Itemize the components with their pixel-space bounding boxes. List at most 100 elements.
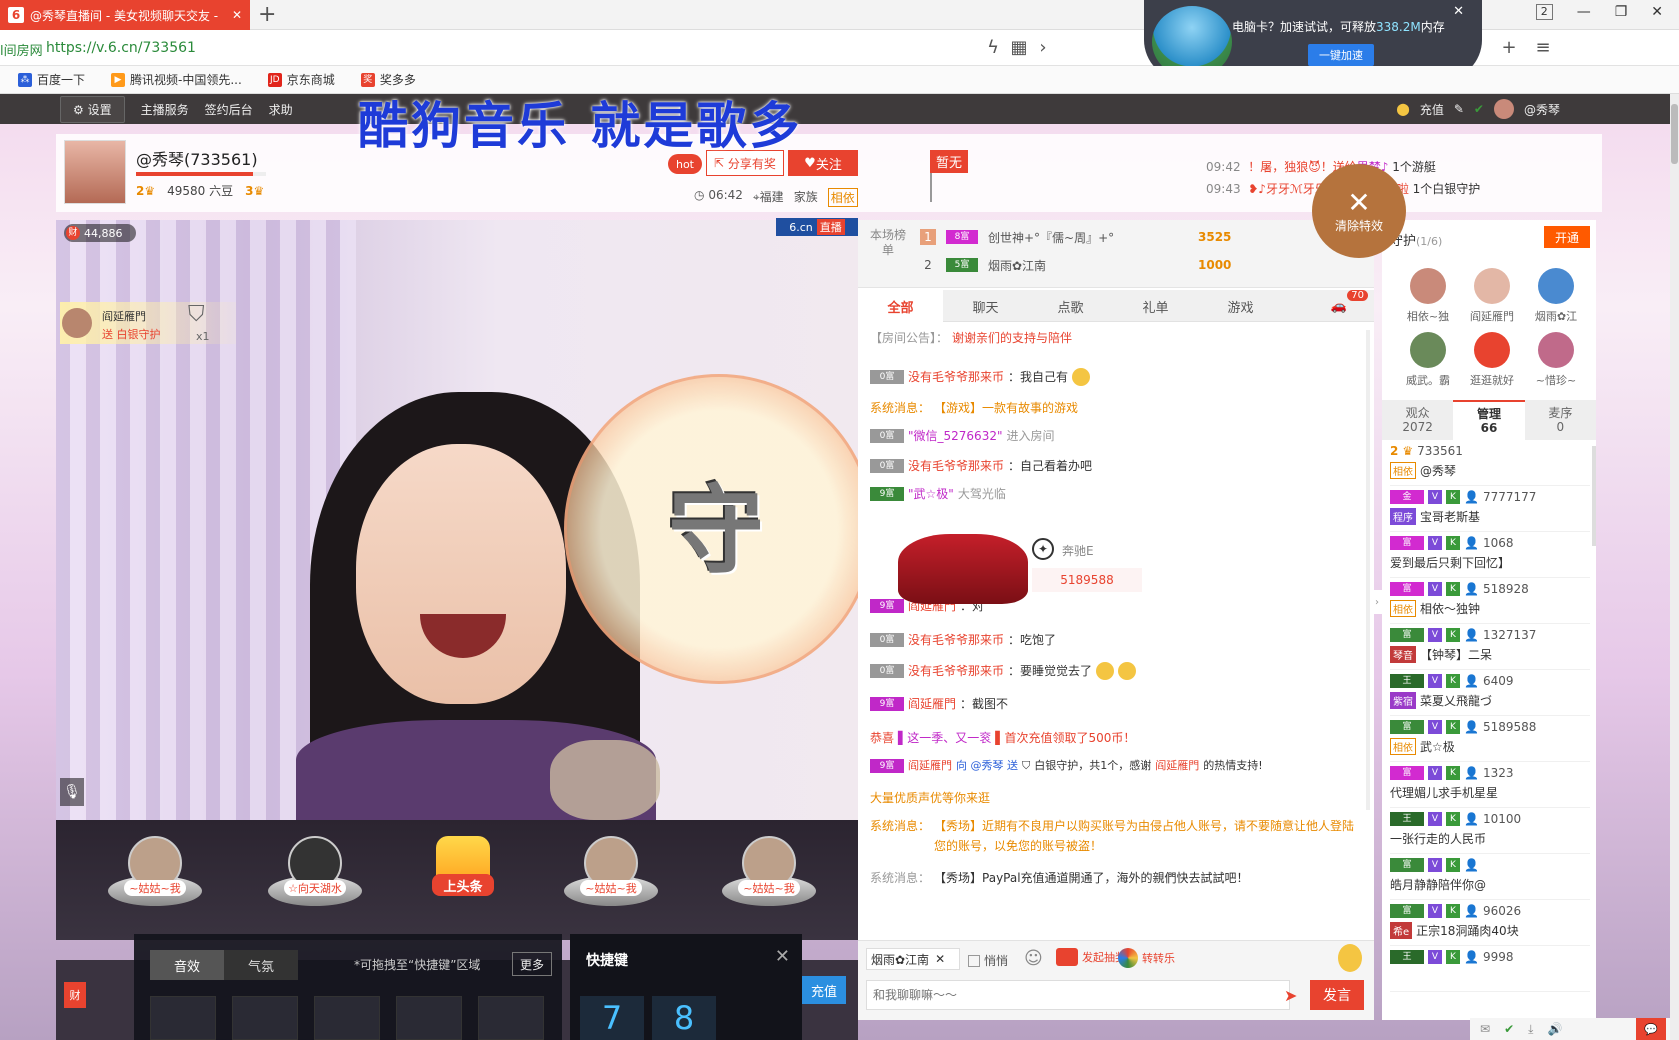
guard-member[interactable]: 相依~独 <box>1398 268 1458 328</box>
rank-row[interactable]: 1 8富 创世神+°『儒~周』+° 3525 <box>920 224 1231 250</box>
podium-5[interactable]: ~姑姑~我 <box>722 836 816 906</box>
avatar <box>1474 332 1510 368</box>
list-item[interactable]: 富 V K 👤 1327137 琴音 【钟琴】二呆 <box>1390 624 1590 670</box>
recharge-link[interactable]: 充值 <box>1420 101 1444 118</box>
podium-2[interactable]: ☆向天湖水 <box>268 836 362 906</box>
recharge-button[interactable]: 充值 <box>802 976 846 1004</box>
bookmark-tencent-video[interactable]: ▶ 腾讯视频-中国领先... <box>111 71 242 88</box>
streamer-avatar[interactable] <box>64 140 126 204</box>
bookmark-jd[interactable]: JD 京东商城 <box>267 71 335 88</box>
tab-sound-effects[interactable]: 音效 <box>150 950 224 980</box>
minimize-icon[interactable]: — <box>1577 4 1591 20</box>
bookmark-baidu[interactable]: ⁂ 百度一下 <box>18 71 85 88</box>
wealth-dock-icon[interactable]: 财 <box>64 982 86 1008</box>
settings-button[interactable]: ⚙ 设置 <box>60 95 125 123</box>
guard-member[interactable]: 逛逛就好 <box>1462 332 1522 392</box>
rank-row[interactable]: 2 5富 烟雨✿江南 1000 <box>920 252 1231 278</box>
sound-slot[interactable] <box>232 996 298 1040</box>
emoji-button-icon[interactable]: ☺ <box>1024 948 1043 969</box>
list-item[interactable]: 富 V K 👤 518928 相依 相依～独钟 <box>1390 578 1590 624</box>
sound-slot[interactable] <box>314 996 380 1040</box>
close-window-icon[interactable]: ✕ <box>1651 4 1663 20</box>
list-item[interactable]: 王 V K 👤 6409 紫宿 菜夏乂飛龍づ <box>1390 670 1590 716</box>
clear-effects-button[interactable]: ✕ 清除特效 <box>1312 164 1406 258</box>
lottery-button[interactable]: 发起抽奖 <box>1056 948 1126 966</box>
microphone-icon[interactable]: 🎙 <box>60 778 84 806</box>
tab-mic-queue[interactable]: 麦序 0 <box>1525 400 1596 440</box>
podium-1[interactable]: ~姑姑~我 <box>108 836 202 906</box>
guard-member[interactable]: 阎延雁門 <box>1462 268 1522 328</box>
tab-chat[interactable]: 聊天 <box>943 290 1028 322</box>
tab-song[interactable]: 点歌 <box>1028 290 1113 322</box>
grid-icon[interactable]: ▦ <box>1006 34 1032 60</box>
tab-gift-list[interactable]: 礼单 <box>1113 290 1198 322</box>
close-icon[interactable]: ✕ <box>775 946 790 967</box>
plus-icon[interactable]: + <box>1496 34 1522 60</box>
tab-admin[interactable]: 管理 66 <box>1453 400 1525 440</box>
sound-slot[interactable] <box>396 996 462 1040</box>
list-item[interactable]: 王 V K 👤 10100 一张行走的人民币 <box>1390 808 1590 854</box>
guard-member[interactable]: 烟雨✿江 <box>1526 268 1586 328</box>
header-username[interactable]: @秀琴 <box>1524 101 1560 118</box>
user-list-scrollbar[interactable] <box>1592 446 1596 546</box>
lightning-icon[interactable]: ϟ <box>980 34 1006 60</box>
mail-icon[interactable]: ✉ <box>1480 1022 1490 1036</box>
wheel-button[interactable]: 转转乐 <box>1118 948 1175 968</box>
menu-icon[interactable]: ≡ <box>1530 34 1556 60</box>
list-item[interactable]: 金 V K 👤 7777177 程序 宝哥老斯基 <box>1390 486 1590 532</box>
send-button[interactable]: 发言 <box>1310 980 1364 1010</box>
hotkey-slot[interactable]: 7 <box>580 996 644 1040</box>
user-avatar[interactable] <box>1493 99 1514 119</box>
link-help[interactable]: 求助 <box>269 101 293 118</box>
list-item[interactable]: 王 V K 👤 9998 <box>1390 946 1590 992</box>
egg-icon[interactable] <box>1338 944 1362 972</box>
more-button[interactable]: 更多 <box>512 952 552 976</box>
tab-all[interactable]: 全部 <box>858 290 943 322</box>
chat-input[interactable] <box>866 980 1290 1010</box>
volume-icon[interactable]: 🔊 <box>1547 1022 1562 1036</box>
user-icon: 👤 <box>1464 858 1479 872</box>
chat-scrollbar[interactable] <box>1366 330 1370 810</box>
link-anchor-service[interactable]: 主播服务 <box>141 101 189 118</box>
edit-icon[interactable]: ✎ <box>1454 102 1464 116</box>
link-sign-backend[interactable]: 签约后台 <box>205 101 253 118</box>
close-icon[interactable]: ✕ <box>1453 4 1464 19</box>
tab-audience[interactable]: 观众 2072 <box>1382 400 1453 440</box>
rank-label[interactable]: 本场榜单 <box>868 228 908 258</box>
list-item[interactable]: 富 V K 👤 1068 爱到最后只剩下回忆】 <box>1390 532 1590 578</box>
message-icon[interactable]: 💬 <box>1636 1018 1666 1040</box>
speedup-button[interactable]: 一键加速 <box>1308 44 1374 66</box>
whisper-checkbox[interactable]: 悄悄 <box>968 952 1008 969</box>
restore-icon[interactable]: ❐ <box>1615 4 1628 20</box>
list-item[interactable]: 富 V K 👤 1323 代理媚儿求手机星星 <box>1390 762 1590 808</box>
guard-member[interactable]: 威武。霸 <box>1398 332 1458 392</box>
new-tab-button[interactable]: + <box>258 2 276 27</box>
list-item[interactable]: 富 V K 👤 96026 希e 正宗18洞踊肉40块 <box>1390 900 1590 946</box>
recipient-chip[interactable]: 烟雨✿江南 ✕ <box>866 948 960 970</box>
guard-member[interactable]: ~惜珍~ <box>1526 332 1586 392</box>
browser-tab[interactable]: 6 @秀琴直播间 - 美女视频聊天交友 - ✕ <box>0 0 250 30</box>
page-scrollbar[interactable] <box>1670 94 1679 1040</box>
url-text[interactable]: https://v.6.cn/733561 <box>46 40 196 56</box>
tab-atmosphere[interactable]: 气氛 <box>224 950 298 980</box>
sound-slot[interactable] <box>478 996 544 1040</box>
list-item[interactable]: 富 V K 👤 皓月静静陪伴你@ <box>1390 854 1590 900</box>
chevron-right-icon[interactable]: › <box>1030 34 1056 60</box>
collapse-sidebar-icon[interactable]: › <box>1372 590 1382 614</box>
headline-button[interactable]: 上头条 <box>416 836 510 906</box>
download-icon[interactable]: ⤓ <box>1528 1022 1533 1037</box>
list-item[interactable]: 2 ♛ 733561 相依 @秀琴 <box>1390 440 1590 486</box>
hotkey-slot[interactable]: 8 <box>652 996 716 1040</box>
window-counter[interactable]: 2 <box>1535 4 1553 20</box>
family-tag[interactable]: 相依 <box>827 188 858 207</box>
tab-game[interactable]: 游戏 <box>1198 290 1283 322</box>
shield-check-icon[interactable]: ✔ <box>1504 1022 1514 1036</box>
podium-4[interactable]: ~姑姑~我 <box>564 836 658 906</box>
car-tab[interactable]: 🚗 70 <box>1304 290 1374 322</box>
tab-close-icon[interactable]: ✕ <box>232 8 242 22</box>
close-icon[interactable]: ✕ <box>935 952 945 966</box>
sound-slot[interactable] <box>150 996 216 1040</box>
open-guard-button[interactable]: 开通 <box>1544 226 1590 248</box>
scrollbar-thumb[interactable] <box>1671 104 1678 164</box>
list-item[interactable]: 富 V K 👤 5189588 相依 武☆极 <box>1390 716 1590 762</box>
